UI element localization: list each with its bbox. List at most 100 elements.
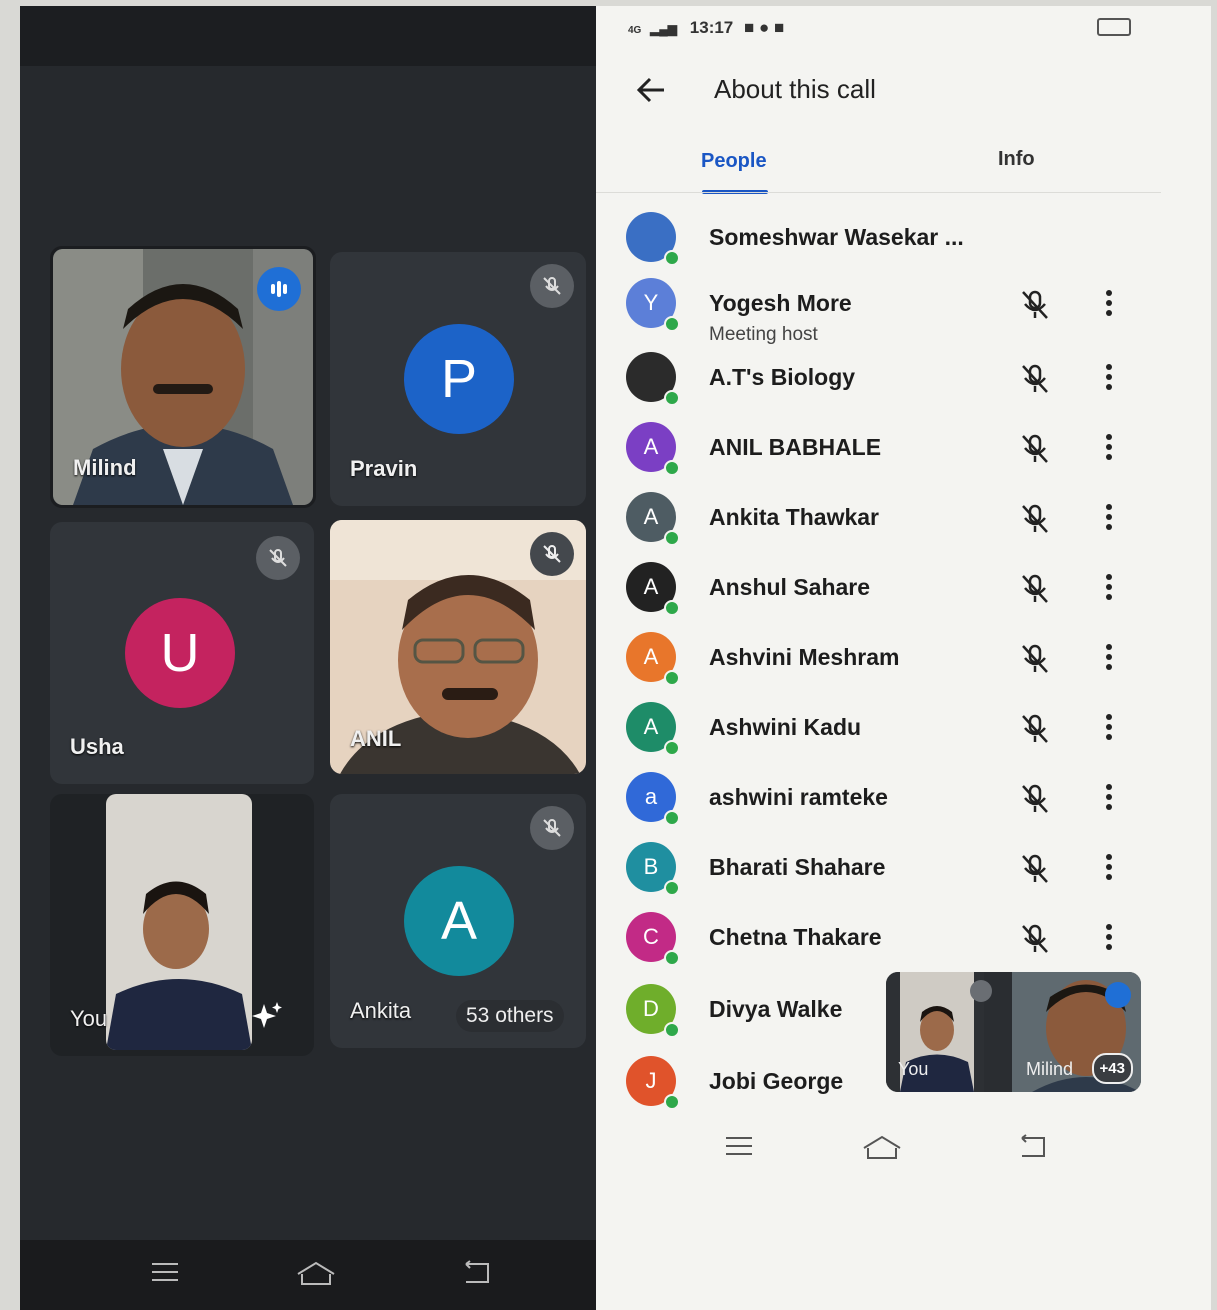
menu-icon[interactable] xyxy=(150,1260,180,1284)
participant-name: Yogesh More xyxy=(709,290,852,316)
mic-off-icon[interactable] xyxy=(1018,432,1052,471)
participant-name: Usha xyxy=(70,734,124,759)
home-icon[interactable] xyxy=(862,1134,902,1160)
participant-role: Meeting host xyxy=(709,324,818,345)
participant-row[interactable]: A Ankita Thawkar xyxy=(596,492,1211,562)
page-title: About this call xyxy=(714,74,876,104)
pip-window[interactable]: You Milind +43 xyxy=(886,972,1141,1092)
participant-name: Chetna Thakare xyxy=(709,924,882,950)
participant-name: You xyxy=(70,1006,108,1031)
more-options-icon[interactable] xyxy=(1104,502,1114,537)
participant-name: ANIL BABHALE xyxy=(709,434,882,460)
tab-info[interactable]: Info xyxy=(998,148,1035,171)
online-status-dot xyxy=(664,390,680,406)
mic-off-icon xyxy=(256,536,300,580)
avatar: U xyxy=(125,598,235,708)
participant-tile-milind[interactable]: Milind xyxy=(50,246,316,508)
online-status-dot xyxy=(664,600,680,616)
tab-people[interactable]: People xyxy=(701,150,767,173)
mic-off-icon xyxy=(530,264,574,308)
participant-row[interactable]: a ashwini ramteke xyxy=(596,772,1211,842)
divider xyxy=(596,192,1161,193)
menu-icon[interactable] xyxy=(724,1134,754,1158)
more-options-icon[interactable] xyxy=(1104,432,1114,467)
participant-row[interactable]: Y Yogesh More Meeting host xyxy=(596,278,1211,348)
avatar: P xyxy=(404,324,514,434)
more-options-icon[interactable] xyxy=(1104,782,1114,817)
system-nav-bar xyxy=(20,1240,596,1310)
participant-tile-pravin[interactable]: P Pravin xyxy=(330,252,586,506)
mic-off-icon[interactable] xyxy=(1018,642,1052,681)
online-status-dot xyxy=(664,810,680,826)
home-icon[interactable] xyxy=(296,1260,336,1286)
participant-name: A.T's Biology xyxy=(709,364,856,390)
participant-tile-you[interactable]: You xyxy=(50,794,314,1056)
back-nav-icon[interactable] xyxy=(460,1260,492,1286)
more-options-icon[interactable] xyxy=(1104,642,1114,677)
status-time: 13:17 xyxy=(689,18,734,37)
signal-icon: ▂▄▆ xyxy=(650,22,678,36)
participant-row[interactable]: A ANIL BABHALE xyxy=(596,422,1211,492)
online-status-dot xyxy=(664,1022,680,1038)
mic-off-icon xyxy=(530,532,574,576)
others-count-label[interactable]: 53 others xyxy=(456,1000,564,1032)
participant-tile-usha[interactable]: U Usha xyxy=(50,522,314,784)
mic-off-icon[interactable] xyxy=(1018,782,1052,821)
participant-name: Jobi George xyxy=(709,1068,844,1094)
participant-name: Someshwar Wasekar ... xyxy=(709,224,964,250)
participant-name: Pravin xyxy=(350,456,418,481)
online-status-dot xyxy=(664,530,680,546)
more-options-icon[interactable] xyxy=(1104,712,1114,747)
mic-off-icon[interactable] xyxy=(1018,712,1052,751)
pip-count-badge: +43 xyxy=(1091,1053,1133,1084)
participant-name: Ashwini Kadu xyxy=(709,714,862,740)
battery-icon xyxy=(1097,18,1131,36)
online-status-dot xyxy=(664,670,680,686)
mic-off-icon[interactable] xyxy=(1018,572,1052,611)
participant-tile-anil[interactable]: ANIL xyxy=(330,520,586,774)
participant-name: ashwini ramteke xyxy=(709,784,888,810)
mic-off-icon[interactable] xyxy=(1018,922,1052,961)
top-bar xyxy=(20,6,596,66)
more-options-icon[interactable] xyxy=(1104,572,1114,607)
mic-off-icon[interactable] xyxy=(1018,852,1052,891)
participant-row[interactable]: B Bharati Shahare xyxy=(596,842,1211,912)
participant-name: Ankita Thawkar xyxy=(709,504,879,530)
about-call-screen: 4G ▂▄▆ 13:17 ■ ● ■ About this call Peopl… xyxy=(596,6,1211,1310)
back-nav-icon[interactable] xyxy=(1016,1134,1048,1160)
mic-off-icon[interactable] xyxy=(1018,362,1052,401)
participant-name: Milind xyxy=(73,455,137,480)
participant-row[interactable]: A Ashwini Kadu xyxy=(596,702,1211,772)
participant-tile-ankita[interactable]: A Ankita 53 others xyxy=(330,794,586,1048)
more-options-icon[interactable] xyxy=(1104,288,1114,323)
avatar: A xyxy=(404,866,514,976)
participant-name: ANIL xyxy=(350,726,402,751)
pip-you-label: You xyxy=(898,1059,929,1079)
more-options-icon[interactable] xyxy=(1104,852,1114,887)
effects-sparkle-icon[interactable] xyxy=(252,1000,284,1032)
more-options-icon[interactable] xyxy=(1104,362,1114,397)
online-status-dot xyxy=(664,316,680,332)
pip-mic-off-icon xyxy=(970,980,992,1002)
participant-name: Ashvini Meshram xyxy=(709,644,900,670)
pip-milind-label: Milind xyxy=(1026,1059,1074,1079)
mic-off-icon[interactable] xyxy=(1018,288,1052,327)
self-view-video xyxy=(106,794,252,1050)
speaking-indicator-icon xyxy=(257,267,301,311)
online-status-dot xyxy=(664,740,680,756)
participant-name: Anshul Sahare xyxy=(709,574,871,600)
participant-name: Divya Walke xyxy=(709,996,843,1022)
mic-off-icon xyxy=(530,806,574,850)
online-status-dot xyxy=(664,250,680,266)
back-arrow-icon[interactable] xyxy=(636,76,668,104)
notification-icons: ■ ● ■ xyxy=(744,18,785,37)
participant-row[interactable]: A Anshul Sahare xyxy=(596,562,1211,632)
participant-row[interactable]: Someshwar Wasekar ... xyxy=(596,212,1211,282)
participant-row[interactable]: A.T's Biology xyxy=(596,352,1211,422)
participant-row[interactable]: A Ashvini Meshram xyxy=(596,632,1211,702)
pip-speaking-icon xyxy=(1105,982,1131,1008)
online-status-dot xyxy=(664,950,680,966)
more-options-icon[interactable] xyxy=(1104,922,1114,957)
online-status-dot xyxy=(664,460,680,476)
mic-off-icon[interactable] xyxy=(1018,502,1052,541)
